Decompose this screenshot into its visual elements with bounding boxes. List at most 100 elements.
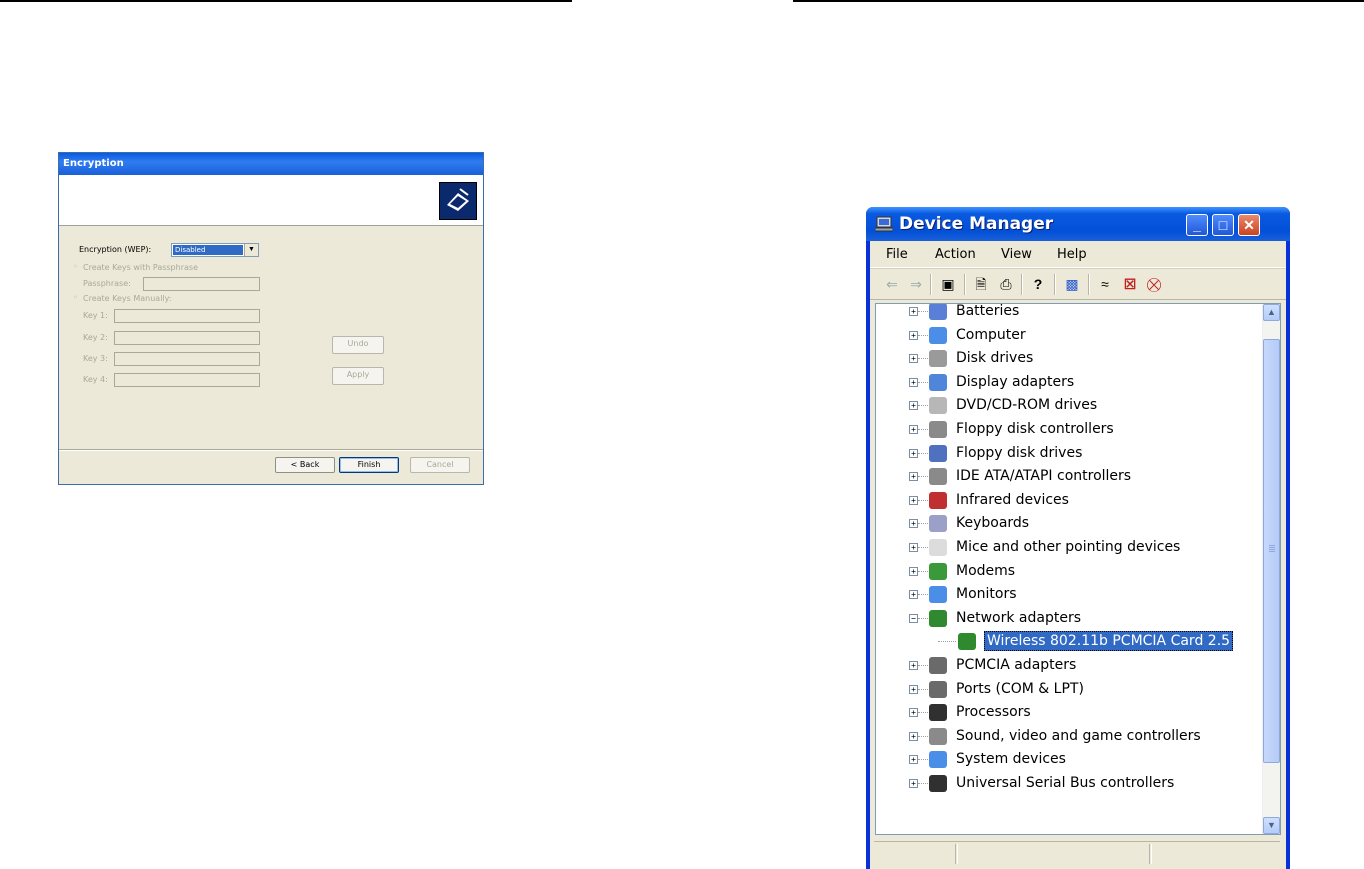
maximize-button[interactable]: □: [1212, 214, 1234, 236]
expand-icon[interactable]: +: [909, 708, 918, 718]
expand-icon[interactable]: +: [909, 590, 918, 600]
properties-icon[interactable]: 🗎: [971, 275, 991, 293]
menu-help[interactable]: Help: [1057, 247, 1087, 262]
expand-icon[interactable]: +: [909, 401, 918, 411]
tree-item-label: System devices: [956, 751, 1066, 768]
tree-item[interactable]: + Batteries: [876, 303, 1262, 323]
tree-item[interactable]: + Display adapters: [876, 371, 1262, 394]
tree-item-label: Universal Serial Bus controllers: [956, 775, 1175, 791]
tree-item[interactable]: + Floppy disk controllers: [876, 418, 1262, 441]
scroll-down-button[interactable]: ▼: [1263, 817, 1280, 834]
minimize-button[interactable]: _: [1186, 214, 1208, 236]
uninstall-device-icon[interactable]: ⛒: [1144, 275, 1164, 293]
key3-input[interactable]: [114, 352, 260, 366]
tree-item[interactable]: + Universal Serial Bus controllers: [876, 772, 1262, 795]
expand-icon[interactable]: +: [909, 779, 918, 788]
show-hide-tree-icon[interactable]: ▣: [938, 275, 958, 293]
tree-item[interactable]: + Disk drives: [876, 347, 1262, 370]
tree-item[interactable]: + Infrared devices: [876, 489, 1262, 512]
tree-item[interactable]: + Sound, video and game controllers: [876, 725, 1262, 748]
device-tree: + Batteries + Computer + Disk drives + Display …: [875, 303, 1281, 835]
tree-item-label: Ports (COM & LPT): [956, 680, 1084, 697]
toolbar-separator: [964, 274, 966, 295]
tree-item[interactable]: + Monitors: [876, 583, 1262, 606]
tree-item-label: Batteries: [956, 303, 1020, 319]
processor-icon: [929, 704, 947, 722]
selected-device-label: Wireless 802.11b PCMCIA Card 2.5: [984, 631, 1234, 652]
pcmcia-icon: [929, 657, 947, 674]
modem-icon: [929, 562, 947, 580]
expand-icon[interactable]: +: [909, 684, 918, 694]
radio-passphrase-icon[interactable]: ◦: [73, 262, 78, 271]
tree-item[interactable]: + IDE ATA/ATAPI controllers: [876, 465, 1262, 488]
tree-item[interactable]: + PCMCIA adapters: [876, 654, 1262, 677]
tree-item[interactable]: + DVD/CD-ROM drives: [876, 394, 1262, 417]
tree-item-label: Floppy disk controllers: [956, 421, 1114, 437]
tree-item[interactable]: + Floppy disk drives: [876, 442, 1262, 465]
passphrase-input[interactable]: [143, 277, 260, 291]
finish-button[interactable]: Finish: [339, 457, 399, 473]
back-button[interactable]: < Back: [275, 457, 335, 473]
tree-item[interactable]: + Mice and other pointing devices: [876, 536, 1262, 559]
expand-icon[interactable]: +: [909, 543, 918, 552]
chevron-down-icon[interactable]: ▼: [244, 244, 258, 256]
option-manual[interactable]: Create Keys Manually:: [83, 294, 171, 303]
expand-icon[interactable]: +: [909, 519, 918, 529]
network-adapter-icon: [929, 609, 947, 627]
apply-button[interactable]: Apply: [332, 367, 384, 385]
tree-connector: [918, 547, 928, 548]
tree-item[interactable]: + System devices: [876, 748, 1262, 771]
collapse-icon[interactable]: −: [909, 613, 918, 623]
scan-hardware-icon[interactable]: ▩: [1062, 275, 1082, 293]
tree-item[interactable]: + Modems: [876, 560, 1262, 583]
option-passphrase[interactable]: Create Keys with Passphrase: [83, 263, 198, 272]
expand-icon[interactable]: +: [909, 731, 918, 741]
disk-drive-icon: [929, 350, 947, 368]
expand-icon[interactable]: +: [909, 425, 918, 434]
expand-icon[interactable]: +: [909, 307, 918, 316]
key2-input[interactable]: [114, 331, 260, 345]
tree-item[interactable]: + Ports (COM & LPT): [876, 678, 1262, 701]
tree-child-item[interactable]: Wireless 802.11b PCMCIA Card 2.5: [876, 630, 1262, 653]
tree-item[interactable]: + Processors: [876, 701, 1262, 724]
scroll-up-button[interactable]: ▲: [1263, 304, 1280, 321]
tree-connector: [918, 594, 928, 596]
expand-icon[interactable]: +: [909, 330, 918, 340]
expand-icon[interactable]: +: [909, 472, 918, 482]
title-bar[interactable]: Device Manager _ □ ✕: [866, 207, 1290, 241]
menu-action[interactable]: Action: [935, 247, 976, 262]
menu-view[interactable]: View: [1001, 247, 1032, 262]
expand-icon[interactable]: +: [909, 354, 918, 364]
floppy-controller-icon: [929, 421, 947, 438]
help-icon[interactable]: ?: [1028, 275, 1048, 293]
toolbar-separator: [930, 274, 932, 295]
expand-icon[interactable]: +: [909, 755, 918, 765]
update-driver-icon[interactable]: ≈: [1095, 275, 1115, 293]
forward-arrow-icon[interactable]: ⇒: [906, 275, 926, 293]
close-button[interactable]: ✕: [1238, 214, 1260, 236]
key4-input[interactable]: [114, 373, 260, 387]
print-icon[interactable]: ⎙: [996, 275, 1016, 293]
expand-icon[interactable]: +: [909, 661, 918, 670]
system-device-icon: [929, 751, 947, 769]
cancel-button[interactable]: Cancel: [410, 457, 470, 473]
tree-item[interactable]: + Computer: [876, 324, 1262, 347]
button-separator: [59, 449, 483, 451]
menu-file[interactable]: File: [886, 247, 908, 262]
encryption-select[interactable]: Disabled ▼: [171, 243, 259, 257]
undo-button[interactable]: Undo: [332, 336, 384, 354]
toolbar-separator: [1054, 274, 1056, 295]
expand-icon[interactable]: +: [909, 495, 918, 505]
expand-icon[interactable]: +: [909, 448, 918, 458]
tree-item[interactable]: + Keyboards: [876, 512, 1262, 535]
back-arrow-icon[interactable]: ⇐: [882, 275, 902, 293]
expand-icon[interactable]: +: [909, 377, 918, 387]
device-manager-icon: [875, 216, 893, 232]
scroll-thumb[interactable]: [1263, 339, 1280, 763]
vertical-scrollbar[interactable]: ▲ ▼: [1262, 304, 1280, 834]
disable-device-icon[interactable]: ☒: [1120, 275, 1140, 293]
radio-manual-icon[interactable]: ◦: [73, 293, 78, 302]
tree-item[interactable]: − Network adapters: [876, 607, 1262, 630]
expand-icon[interactable]: +: [909, 566, 918, 576]
key1-input[interactable]: [114, 309, 260, 323]
